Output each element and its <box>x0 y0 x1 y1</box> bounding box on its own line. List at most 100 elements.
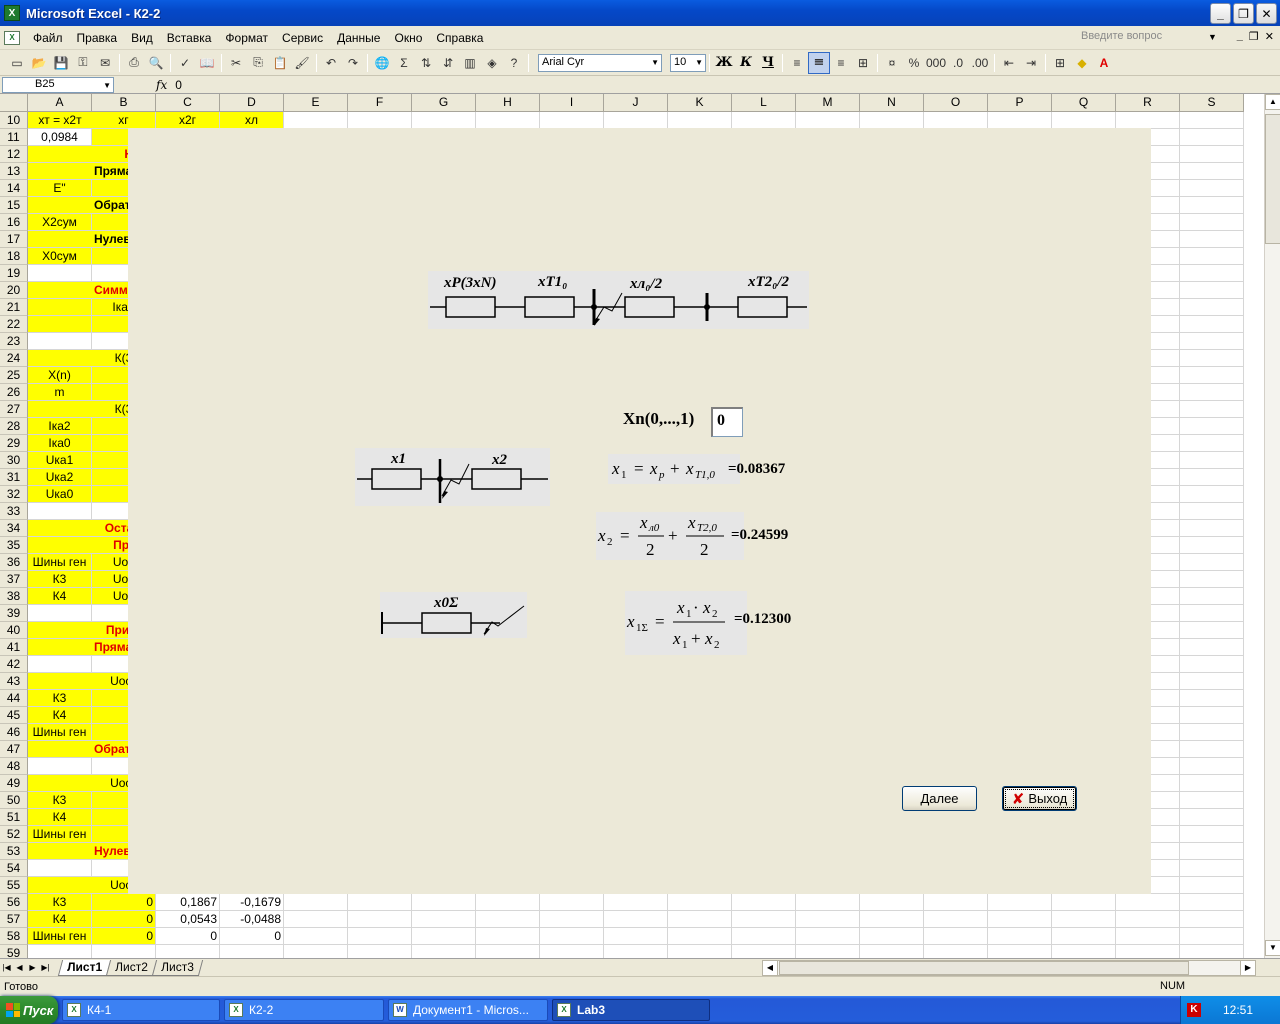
cell[interactable] <box>28 146 92 163</box>
menu-view[interactable]: Вид <box>124 29 160 47</box>
row-header[interactable]: 36 <box>0 554 28 571</box>
row-header[interactable]: 13 <box>0 163 28 180</box>
cell[interactable] <box>1116 112 1180 129</box>
xn-input[interactable]: 0 <box>711 407 743 437</box>
cell[interactable] <box>348 928 412 945</box>
cell[interactable] <box>1180 197 1244 214</box>
cell[interactable] <box>1116 928 1180 945</box>
row-header[interactable]: 47 <box>0 741 28 758</box>
cell[interactable] <box>28 282 92 299</box>
spelling-icon[interactable]: ✓ <box>174 52 196 74</box>
cell[interactable] <box>1180 911 1244 928</box>
next-button[interactable]: Далее <box>902 786 977 811</box>
cell[interactable]: Шины ген <box>28 724 92 741</box>
task-document1[interactable]: W Документ1 - Micros... <box>388 999 548 1021</box>
cell[interactable] <box>860 894 924 911</box>
drawing-icon[interactable]: ◈ <box>481 52 503 74</box>
h-scroll-thumb[interactable] <box>779 961 1189 975</box>
column-header[interactable]: L <box>732 94 796 112</box>
cell[interactable] <box>28 299 92 316</box>
column-header[interactable]: F <box>348 94 412 112</box>
cell[interactable] <box>348 945 412 958</box>
decrease-decimal-icon[interactable]: .00 <box>969 52 991 74</box>
cell[interactable] <box>1116 945 1180 958</box>
row-header[interactable]: 11 <box>0 129 28 146</box>
cell[interactable] <box>1180 214 1244 231</box>
sheet-tab-2[interactable]: Лист2 <box>105 959 157 976</box>
cell[interactable] <box>604 112 668 129</box>
cell[interactable] <box>668 894 732 911</box>
column-header[interactable]: R <box>1116 94 1180 112</box>
start-button[interactable]: Пуск <box>0 996 58 1024</box>
cell[interactable] <box>732 945 796 958</box>
format-painter-icon[interactable]: 🖌 <box>291 52 313 74</box>
restore-button[interactable]: ❐ <box>1233 3 1254 24</box>
research-icon[interactable]: 📖 <box>196 52 218 74</box>
task-k4-1[interactable]: X К4-1 <box>62 999 220 1021</box>
cell[interactable] <box>540 911 604 928</box>
column-header[interactable]: I <box>540 94 604 112</box>
cell[interactable]: -0,1679 <box>220 894 284 911</box>
column-header[interactable]: S <box>1180 94 1244 112</box>
cell[interactable] <box>1180 945 1244 958</box>
cell[interactable] <box>1180 520 1244 537</box>
cell[interactable] <box>1180 265 1244 282</box>
cell[interactable] <box>1180 758 1244 775</box>
cell[interactable] <box>1052 894 1116 911</box>
menu-edit[interactable]: Правка <box>70 29 125 47</box>
cell[interactable] <box>1180 860 1244 877</box>
cell[interactable] <box>1180 452 1244 469</box>
row-header[interactable]: 32 <box>0 486 28 503</box>
cell[interactable] <box>348 911 412 928</box>
cell[interactable] <box>1052 945 1116 958</box>
doc-close-button[interactable]: ✕ <box>1265 30 1274 43</box>
cell[interactable] <box>796 112 860 129</box>
row-header[interactable]: 29 <box>0 435 28 452</box>
cell[interactable]: 0,0984 <box>28 129 92 146</box>
cell[interactable] <box>348 894 412 911</box>
cell[interactable] <box>1180 707 1244 724</box>
cell[interactable] <box>796 928 860 945</box>
cell[interactable] <box>284 945 348 958</box>
row-header[interactable]: 18 <box>0 248 28 265</box>
column-header[interactable]: B <box>92 94 156 112</box>
cell[interactable]: Uка0 <box>28 486 92 503</box>
cell[interactable] <box>1180 622 1244 639</box>
cell[interactable]: К3 <box>28 894 92 911</box>
borders-icon[interactable]: ⊞ <box>1049 52 1071 74</box>
bold-button[interactable]: Ж <box>713 52 735 74</box>
cell[interactable] <box>28 537 92 554</box>
undo-icon[interactable]: ↶ <box>320 52 342 74</box>
formula-input[interactable]: 0 <box>175 78 182 92</box>
cell[interactable]: 0 <box>92 894 156 911</box>
cell[interactable] <box>28 758 92 775</box>
row-header[interactable]: 28 <box>0 418 28 435</box>
sort-asc-icon[interactable]: ⇅ <box>415 52 437 74</box>
cell[interactable] <box>988 112 1052 129</box>
row-header[interactable]: 12 <box>0 146 28 163</box>
underline-button[interactable]: Ч <box>757 52 779 74</box>
column-header[interactable]: H <box>476 94 540 112</box>
cell[interactable] <box>1180 248 1244 265</box>
cell[interactable] <box>668 945 732 958</box>
cell[interactable] <box>1180 673 1244 690</box>
row-header[interactable]: 51 <box>0 809 28 826</box>
cell[interactable]: X2сум <box>28 214 92 231</box>
preview-icon[interactable]: 🔍 <box>145 52 167 74</box>
cell[interactable] <box>668 911 732 928</box>
cell[interactable]: К4 <box>28 707 92 724</box>
select-all-corner[interactable] <box>0 94 28 112</box>
mail-icon[interactable]: ✉ <box>94 52 116 74</box>
menu-format[interactable]: Формат <box>218 29 275 47</box>
align-center-icon[interactable]: ≡ <box>808 51 830 74</box>
cell[interactable] <box>1180 809 1244 826</box>
cell[interactable] <box>28 520 92 537</box>
cell[interactable] <box>28 350 92 367</box>
cell[interactable] <box>1180 741 1244 758</box>
ask-question-input[interactable]: Введите вопрос <box>1078 30 1202 46</box>
cell[interactable] <box>924 911 988 928</box>
cell[interactable]: Iка0 <box>28 435 92 452</box>
menu-help[interactable]: Справка <box>429 29 490 47</box>
cell[interactable] <box>1180 605 1244 622</box>
close-button[interactable]: ✕ <box>1256 3 1277 24</box>
